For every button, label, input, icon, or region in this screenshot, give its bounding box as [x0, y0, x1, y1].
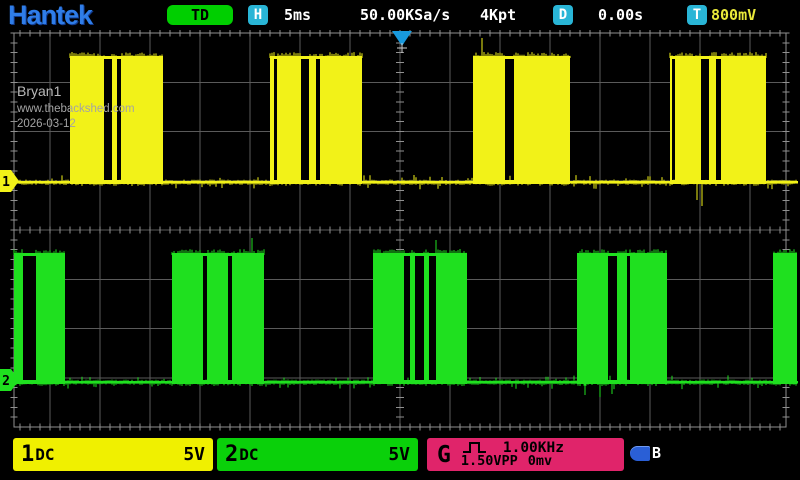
channel1-number: 1: [21, 442, 34, 467]
scope-screen: 12: [0, 0, 800, 480]
channel2-info-box[interactable]: 2 DC 5V: [217, 438, 418, 471]
channel2-volts-per-div: 5V: [388, 444, 410, 465]
channel2-coupling: DC: [239, 445, 258, 464]
horizontal-badge[interactable]: H: [248, 5, 268, 25]
timebase-readout[interactable]: 5ms: [284, 7, 311, 23]
channel2-trace: [14, 238, 798, 397]
generator-offset: 0mv: [528, 455, 552, 469]
channel2-number: 2: [225, 442, 238, 467]
trigger-position-marker[interactable]: [392, 31, 412, 53]
generator-amplitude: 1.50VPP: [461, 455, 518, 469]
bottom-status-bar: 1 DC 5V 2 DC 5V G 1.00KHz 1.50VPP 0mv: [0, 432, 800, 480]
user-id-overlay: Bryan1 www.thebackshed.com 2026-03-12: [17, 84, 135, 133]
channel1-volts-per-div: 5V: [183, 444, 205, 465]
memory-depth-readout: 4Kpt: [480, 7, 516, 23]
svg-text:1: 1: [2, 175, 10, 190]
trigger-badge[interactable]: T: [687, 5, 707, 25]
trigger-level-readout[interactable]: 800mV: [711, 7, 756, 23]
trigger-delay-readout[interactable]: 0.00s: [598, 7, 643, 23]
oscilloscope-screen: 12 Hantek TD H 5ms 50.00KSa/s 4Kpt D 0.0…: [0, 0, 800, 480]
sample-rate-readout: 50.00KSa/s: [360, 7, 450, 23]
user-name-text: Bryan1: [17, 84, 135, 98]
acquisition-mode-badge: TD: [167, 5, 233, 25]
svg-text:2: 2: [2, 374, 10, 389]
channel1-info-box[interactable]: 1 DC 5V: [13, 438, 213, 471]
channel1-coupling: DC: [35, 445, 54, 464]
usb-device-indicator: B: [630, 444, 661, 462]
generator-label: G: [437, 442, 451, 468]
top-status-bar: Hantek TD H 5ms 50.00KSa/s 4Kpt D 0.00s …: [0, 0, 800, 30]
usb-icon: [630, 446, 650, 461]
usb-drive-letter: B: [652, 444, 661, 462]
channel1-position-marker[interactable]: 1: [0, 170, 19, 192]
date-text: 2026-03-12: [17, 119, 135, 131]
website-text: www.thebackshed.com: [17, 104, 135, 116]
generator-info-box[interactable]: G 1.00KHz 1.50VPP 0mv: [427, 438, 624, 471]
hantek-logo: Hantek: [8, 0, 92, 30]
delay-badge[interactable]: D: [553, 5, 573, 25]
